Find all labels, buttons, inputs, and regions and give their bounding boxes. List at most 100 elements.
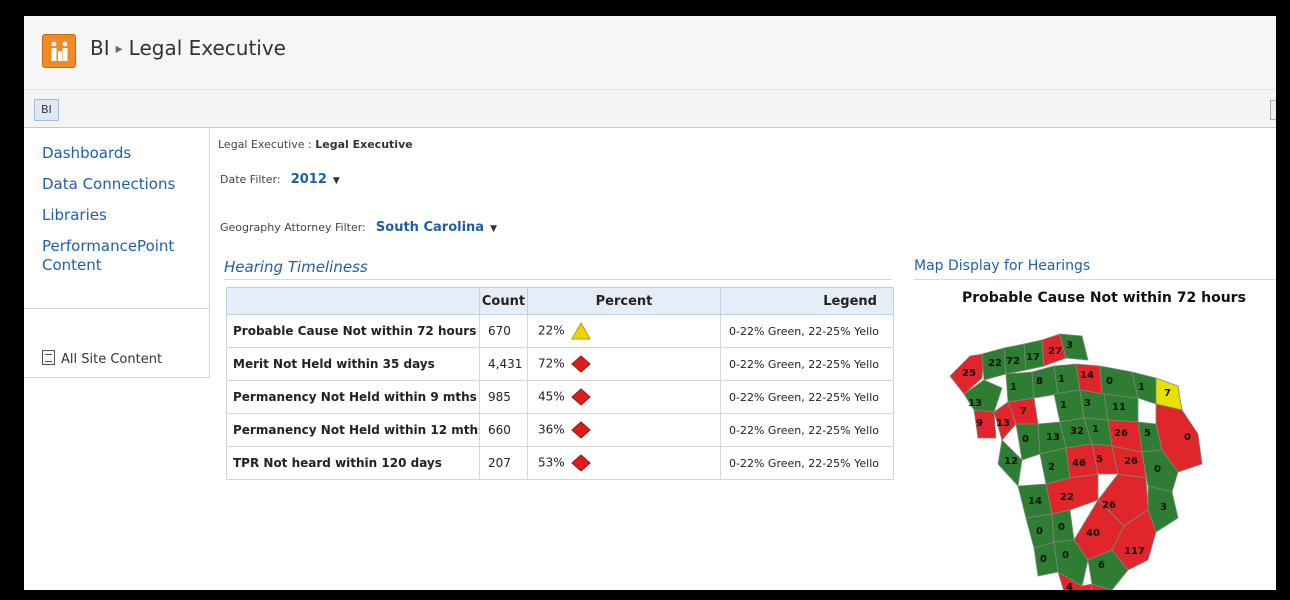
date-filter-label: Date Filter: [220,173,281,186]
county-value-label: 22 [988,358,1002,369]
county-value-label: 40 [1086,528,1100,539]
percent-cell: 45% [527,380,721,414]
percent-value: 53% [538,455,565,470]
county-value-label: 6 [1098,560,1105,571]
county-value-label: 9 [976,418,983,429]
county-value-label: 13 [996,418,1010,429]
ribbon: BI [24,90,1276,128]
scorecard-title: Hearing Timeliness [224,258,368,276]
legend-cell: 0-22% Green, 22-25% Yello [720,446,894,480]
ribbon-scroll-handle[interactable] [1270,100,1276,120]
map-heading: Probable Cause Not within 72 hours [962,290,1246,306]
scorecard-row[interactable]: TPR Not heard within 120 days 207 53% 0-22%… [226,446,894,480]
county-value-label: 3 [1084,398,1091,409]
county-value-label: 22 [1060,492,1074,503]
count-cell: 670 [479,314,528,348]
scorecard-row[interactable]: Permanency Not Held within 12 mths 660 36%… [226,413,894,447]
geography-filter-label: Geography Attorney Filter: [220,221,366,234]
page-path-prefix: Legal Executive : [218,138,312,151]
legend-cell: 0-22% Green, 22-25% Yello [720,380,894,414]
county-value-label: 0 [1154,464,1161,475]
county-value-label: 3 [1160,502,1167,513]
county-value-label: 12 [1004,456,1018,467]
scorecard-row[interactable]: Merit Not Held within 35 days 4,431 72% 0-2… [226,347,894,381]
ribbon-tab-bi[interactable]: BI [34,99,59,121]
metric-cell: TPR Not heard within 120 days [226,446,480,480]
status-diamond-icon [570,355,591,373]
county-value-label: 13 [1046,432,1060,443]
scorecard-header-row: Count Percent Legend [226,287,894,315]
county-value-label: 0 [1036,526,1043,537]
nav-item-performancepoint-content[interactable]: PerformancePoint Content [42,237,197,275]
county-value-label: 11 [1112,402,1126,413]
page-path: Legal Executive : Legal Executive [218,138,413,151]
county-value-label: 4 [1066,582,1073,590]
status-diamond-icon [570,388,591,406]
metric-cell: Merit Not Held within 35 days [226,347,480,381]
county-value-label: 26 [1114,428,1128,439]
percent-value: 72% [538,356,565,371]
percent-value: 36% [538,422,565,437]
status-diamond-icon [570,454,591,472]
percent-cell: 22% [527,314,721,348]
county-value-label: 1 [1138,382,1145,393]
column-header-count[interactable]: Count [479,287,528,315]
breadcrumb-site[interactable]: BI [90,36,110,60]
hearing-timeliness-scorecard: Count Percent Legend Probable Cause Not … [226,287,894,480]
date-filter-value[interactable]: 2012 [291,172,327,187]
county-value-label: 0 [1022,434,1029,445]
status-diamond-icon [570,421,591,439]
percent-value: 45% [538,389,565,404]
metric-cell: Permanency Not Held within 9 mths [226,380,480,414]
county-value-label: 32 [1070,426,1084,437]
scorecard-row[interactable]: Permanency Not Held within 9 mths 985 45% 0… [226,380,894,414]
county-value-label: 5 [1096,454,1103,465]
scorecard-title-divider [224,279,892,280]
count-cell: 207 [479,446,528,480]
legend-cell: 0-22% Green, 22-25% Yello [720,314,894,348]
geography-filter-dropdown-icon[interactable]: ▼ [490,224,497,234]
county-value-label: 0 [1106,376,1113,387]
nav-item-data-connections[interactable]: Data Connections [42,175,175,194]
legend-cell: 0-22% Green, 22-25% Yello [720,347,894,381]
percent-cell: 53% [527,446,721,480]
county-value-label: 26 [1124,456,1138,467]
site-logo-icon[interactable] [42,34,76,68]
nav-item-libraries[interactable]: Libraries [42,206,192,225]
scorecard-row[interactable]: Probable Cause Not within 72 hours 670 22%… [226,314,894,348]
geography-filter[interactable]: Geography Attorney Filter: South Carolin… [220,216,497,235]
percent-cell: 36% [527,413,721,447]
all-site-content-label: All Site Content [61,352,163,367]
count-cell: 4,431 [479,347,528,381]
county-shape[interactable] [1039,447,1071,485]
county-value-label: 8 [1036,376,1043,387]
county-value-label: 13 [968,398,982,409]
county-value-label: 26 [1102,500,1116,511]
county-value-label: 5 [1144,428,1151,439]
all-site-content-link[interactable]: All Site Content [42,350,162,367]
percent-value: 22% [538,323,565,338]
date-filter-dropdown-icon[interactable]: ▼ [333,176,340,186]
county-value-label: 0 [1040,554,1047,565]
county-value-label: 0 [1184,432,1191,443]
metric-cell: Probable Cause Not within 72 hours [226,314,480,348]
county-value-label: 72 [1006,356,1020,367]
column-header-percent[interactable]: Percent [527,287,721,315]
south-carolina-county-map[interactable]: 2522 72 172731318 1 14011 3 1179 1370 1332 1 26 5 01… [942,314,1232,590]
geography-filter-value[interactable]: South Carolina [376,220,484,235]
page-path-current: Legal Executive [315,138,413,151]
site-content-icon [42,350,55,365]
county-value-label: 117 [1124,546,1145,557]
county-value-label: 7 [1020,406,1027,417]
column-header-legend[interactable]: Legend [720,287,894,315]
map-title-divider [914,279,1276,280]
county-shape[interactable] [1053,389,1085,423]
county-value-label: 1 [1060,400,1067,411]
legend-cell: 0-22% Green, 22-25% Yello [720,413,894,447]
date-filter[interactable]: Date Filter: 2012 ▼ [220,168,340,187]
county-value-label: 0 [1062,550,1069,561]
map-title: Map Display for Hearings [914,258,1091,274]
county-value-label: 25 [962,368,976,379]
nav-item-dashboards[interactable]: Dashboards [42,144,131,163]
count-cell: 985 [479,380,528,414]
